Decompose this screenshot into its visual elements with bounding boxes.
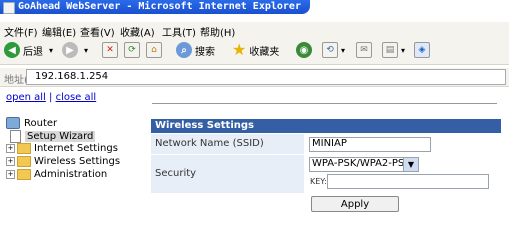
tree-item-label: Setup Wizard bbox=[25, 131, 96, 142]
key-label: KEY: bbox=[310, 177, 327, 186]
forward-arrow-icon: ▶ bbox=[62, 42, 78, 58]
menu-bar: 文件(F) 编辑(E) 查看(V) 收藏(A) 工具(T) 帮助(H) bbox=[0, 22, 509, 39]
mail-icon: ✉ bbox=[356, 42, 372, 58]
window-titlebar: GoAhead WebServer - Microsoft Internet E… bbox=[0, 0, 509, 14]
menu-tools[interactable]: 工具(T) bbox=[162, 24, 196, 39]
tree-item-setup-wizard[interactable]: Setup Wizard bbox=[10, 130, 96, 143]
security-value: WPA-PSK/WPA2-PSK bbox=[312, 158, 411, 169]
messenger-icon: ◈ bbox=[414, 42, 430, 58]
titlebar-background: GoAhead WebServer - Microsoft Internet E… bbox=[0, 0, 310, 14]
tree-links: open all | close all bbox=[6, 92, 96, 103]
key-input[interactable] bbox=[327, 174, 489, 189]
security-value-cell: WPA-PSK/WPA2-PSK ▼ KEY: bbox=[305, 155, 501, 193]
apply-label: Apply bbox=[340, 198, 370, 210]
folder-icon bbox=[17, 156, 31, 167]
panel-title: Wireless Settings bbox=[155, 120, 254, 131]
header-divider bbox=[152, 103, 497, 104]
tree-root-router[interactable]: Router bbox=[6, 117, 57, 129]
chevron-down-icon: ▾ bbox=[49, 45, 54, 55]
history-icon: ⟲ bbox=[322, 42, 338, 58]
favorites-button[interactable]: ★ 收藏夹 bbox=[232, 42, 279, 58]
menu-favorites[interactable]: 收藏(A) bbox=[120, 24, 155, 39]
messenger-button[interactable]: ◈ bbox=[414, 42, 430, 58]
stop-button[interactable]: ✕ bbox=[102, 42, 118, 58]
folder-icon bbox=[17, 143, 31, 154]
ssid-value-cell: MINIAP bbox=[305, 134, 501, 154]
menu-help[interactable]: 帮助(H) bbox=[200, 24, 235, 39]
ssid-value: MINIAP bbox=[312, 138, 347, 149]
search-icon: ⌕ bbox=[176, 42, 192, 58]
tree-root-label: Router bbox=[24, 117, 58, 129]
search-label: 搜索 bbox=[195, 46, 215, 58]
expand-icon[interactable]: + bbox=[6, 170, 15, 179]
page-content: open all | close all Router Setup Wizard… bbox=[0, 87, 509, 243]
chevron-down-icon: ▾ bbox=[84, 45, 89, 55]
back-button[interactable]: ◀ 后退 ▾ bbox=[4, 42, 53, 58]
print-button[interactable]: ▤ ▾ bbox=[382, 42, 405, 58]
history-button[interactable]: ⟲ ▾ bbox=[322, 42, 345, 58]
refresh-icon: ⟳ bbox=[124, 42, 140, 58]
search-button[interactable]: ⌕ 搜索 bbox=[176, 42, 215, 58]
media-button[interactable]: ◉ bbox=[296, 42, 312, 58]
tree-item-administration[interactable]: + Administration bbox=[6, 169, 107, 180]
ssid-label: Network Name (SSID) bbox=[155, 138, 264, 149]
mail-button[interactable]: ✉ bbox=[356, 42, 372, 58]
tree-item-label: Internet Settings bbox=[34, 143, 118, 154]
link-divider: | bbox=[49, 92, 53, 103]
ssid-input[interactable]: MINIAP bbox=[309, 137, 431, 152]
menu-file[interactable]: 文件(F) bbox=[4, 24, 38, 39]
back-label: 后退 bbox=[23, 46, 43, 58]
expand-icon[interactable]: + bbox=[6, 157, 15, 166]
tree-item-label: Wireless Settings bbox=[34, 156, 121, 167]
menu-edit[interactable]: 编辑(E) bbox=[42, 24, 76, 39]
chevron-down-icon: ▾ bbox=[401, 45, 406, 55]
chevron-down-icon[interactable]: ▼ bbox=[403, 158, 418, 171]
address-input[interactable]: 192.168.1.254 bbox=[26, 69, 506, 85]
router-icon bbox=[6, 117, 20, 129]
panel-header: Wireless Settings bbox=[151, 119, 501, 133]
stop-icon: ✕ bbox=[102, 42, 118, 58]
ssid-label-cell: Network Name (SSID) bbox=[151, 134, 304, 155]
tree-item-internet-settings[interactable]: + Internet Settings bbox=[6, 143, 118, 154]
apply-button[interactable]: Apply bbox=[311, 196, 399, 212]
security-label: Security bbox=[155, 168, 197, 179]
page-icon bbox=[10, 130, 21, 143]
menu-view[interactable]: 查看(V) bbox=[80, 24, 115, 39]
address-value: 192.168.1.254 bbox=[35, 71, 109, 82]
security-select[interactable]: WPA-PSK/WPA2-PSK ▼ bbox=[309, 157, 419, 172]
tree-item-wireless-settings[interactable]: + Wireless Settings bbox=[6, 156, 120, 167]
open-all-link[interactable]: open all bbox=[6, 92, 46, 103]
security-label-cell: Security bbox=[151, 155, 304, 194]
folder-icon bbox=[17, 169, 31, 180]
back-arrow-icon: ◀ bbox=[4, 42, 20, 58]
chevron-down-icon: ▾ bbox=[341, 45, 346, 55]
media-icon: ◉ bbox=[296, 42, 312, 58]
print-icon: ▤ bbox=[382, 42, 398, 58]
window-title: GoAhead WebServer - Microsoft Internet E… bbox=[18, 1, 301, 12]
home-button[interactable]: ⌂ bbox=[146, 42, 162, 58]
favorites-label: 收藏夹 bbox=[249, 46, 280, 58]
refresh-button[interactable]: ⟳ bbox=[124, 42, 140, 58]
browser-toolbar: ◀ 后退 ▾ ▶ ▾ ✕ ⟳ ⌂ ⌕ 搜索 ★ 收藏夹 ◉ ⟲ ▾ ✉ ▤ ▾ … bbox=[0, 38, 509, 65]
ie-icon bbox=[3, 2, 15, 14]
expand-icon[interactable]: + bbox=[6, 144, 15, 153]
tree-item-label: Administration bbox=[34, 169, 108, 180]
forward-button[interactable]: ▶ ▾ bbox=[62, 42, 88, 58]
close-all-link[interactable]: close all bbox=[56, 92, 97, 103]
home-icon: ⌂ bbox=[146, 42, 162, 58]
star-icon: ★ bbox=[232, 40, 247, 59]
address-bar: 地址(D) 192.168.1.254 bbox=[0, 68, 509, 87]
